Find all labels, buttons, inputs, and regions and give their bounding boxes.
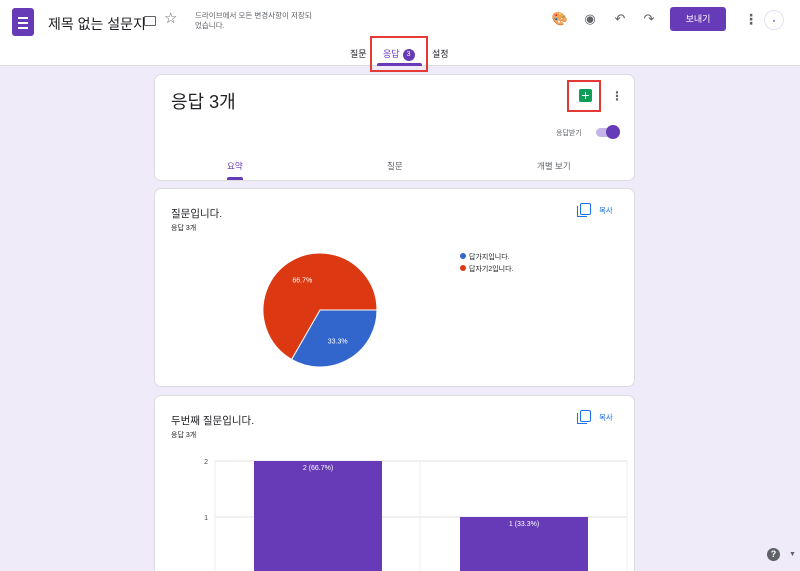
bar-data-label: 2 (66.7%) bbox=[303, 465, 333, 472]
highlight-box-responses-tab bbox=[370, 36, 428, 72]
highlight-box-sheets bbox=[567, 80, 601, 112]
chevron-down-icon[interactable]: ▼ bbox=[789, 551, 796, 558]
pie-chart: 33.3% 66.7% bbox=[262, 252, 378, 368]
question-card-1: 질문입니다. 응답 3개 복사 33.3% 66.7% 답가지입니다. 답자기2입… bbox=[154, 188, 635, 387]
send-button[interactable]: 보내기 bbox=[670, 7, 726, 31]
save-status: 드라이브에서 모든 변경사항이 저장되었습니다. bbox=[195, 11, 312, 30]
bar-chart: 1 2 2 (66.7%) 1 (33.3%) bbox=[204, 459, 628, 571]
legend-dot bbox=[460, 265, 466, 271]
accepting-responses-label: 응답받기 bbox=[556, 130, 582, 137]
undo-icon[interactable]: ↶ bbox=[611, 10, 629, 28]
pie-slice-label: 66.7% bbox=[292, 277, 312, 284]
legend-dot bbox=[460, 253, 466, 259]
doc-title[interactable]: 제목 없는 설문지 bbox=[48, 14, 146, 34]
star-icon[interactable]: ☆ bbox=[164, 11, 177, 26]
avatar[interactable]: ● bbox=[764, 10, 784, 30]
help-icon[interactable]: ? bbox=[767, 548, 780, 561]
subtab-summary[interactable]: 요약 bbox=[227, 160, 243, 172]
more-vert-icon[interactable]: ⋮ bbox=[744, 10, 758, 28]
responses-title: 응답 3개 bbox=[171, 92, 236, 112]
active-subtab-indicator bbox=[227, 177, 243, 180]
subtab-question[interactable]: 질문 bbox=[387, 160, 403, 172]
legend-item: 답가지입니다. bbox=[460, 252, 510, 262]
folder-icon[interactable] bbox=[144, 16, 156, 26]
bar-data-label: 1 (33.3%) bbox=[509, 521, 539, 528]
accepting-toggle-knob[interactable] bbox=[606, 125, 620, 139]
palette-icon[interactable]: 🎨 bbox=[551, 10, 569, 28]
forms-app-icon[interactable] bbox=[12, 8, 34, 36]
pie-slice-label: 33.3% bbox=[328, 339, 348, 346]
redo-icon[interactable]: ↷ bbox=[640, 10, 658, 28]
y-tick-label: 1 bbox=[204, 515, 208, 522]
more-vert-icon[interactable]: ⋮ bbox=[611, 89, 623, 103]
legend-label: 답자기2입니다. bbox=[469, 266, 514, 273]
subtab-individual[interactable]: 개별 보기 bbox=[537, 160, 571, 172]
responses-card: 응답 3개 ⋮ 응답받기 요약 질문 개별 보기 bbox=[154, 74, 635, 181]
question-card-2: 두번째 질문입니다. 응답 3개 복사 122 (66.7%) 1 (33.3%) bbox=[154, 395, 635, 571]
tab-settings[interactable]: 설정 bbox=[432, 47, 449, 60]
bar bbox=[254, 461, 382, 571]
legend-item: 답자기2입니다. bbox=[460, 264, 513, 274]
y-tick-label: 2 bbox=[204, 459, 208, 466]
preview-icon[interactable]: ◉ bbox=[581, 10, 599, 28]
tab-questions[interactable]: 질문 bbox=[350, 47, 367, 60]
legend-label: 답가지입니다. bbox=[469, 254, 510, 261]
